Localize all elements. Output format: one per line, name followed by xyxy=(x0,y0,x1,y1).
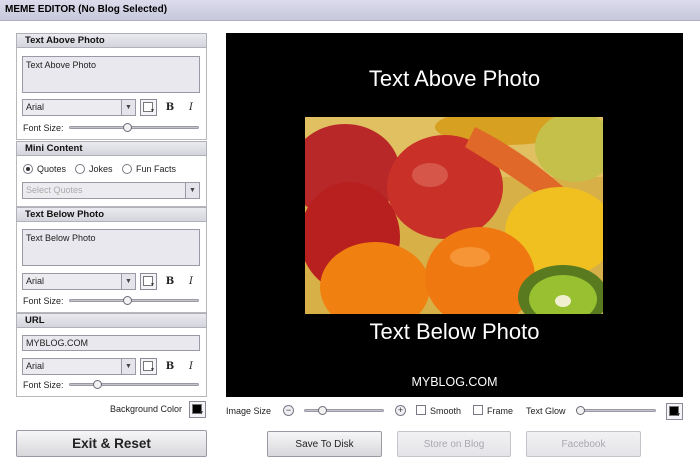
chevron-down-icon: ▼ xyxy=(185,183,199,198)
background-color-button[interactable]: ▼ xyxy=(189,401,206,418)
url-bold-button[interactable]: B xyxy=(162,359,178,375)
text-below-input[interactable]: Text Below Photo xyxy=(22,229,200,266)
text-below-font-size-slider[interactable] xyxy=(69,299,199,302)
image-size-slider[interactable] xyxy=(304,409,384,412)
url-color-button[interactable]: ▼ xyxy=(140,358,157,375)
fruit-photo-image xyxy=(305,117,603,314)
store-on-blog-button[interactable]: Store on Blog xyxy=(397,431,511,457)
radio-fun-facts[interactable] xyxy=(122,164,132,174)
url-font-select[interactable]: Arial ▼ xyxy=(22,358,136,375)
url-input[interactable]: MYBLOG.COM xyxy=(22,335,200,351)
smooth-checkbox[interactable] xyxy=(416,405,426,415)
radio-quotes[interactable] xyxy=(23,164,33,174)
dropdown-triangle-icon: ▼ xyxy=(199,410,204,416)
url-header: URL xyxy=(16,313,207,328)
text-above-font-size-label: Font Size: xyxy=(23,123,64,133)
text-above-font-size-slider[interactable] xyxy=(69,126,199,129)
chevron-down-icon: ▼ xyxy=(121,100,135,115)
text-above-input[interactable]: Text Above Photo xyxy=(22,56,200,93)
window-title: MEME EDITOR (No Blog Selected) xyxy=(5,4,168,15)
text-glow-knob[interactable] xyxy=(576,406,585,415)
url-font-size-label: Font Size: xyxy=(23,380,64,390)
preview-text-below: Text Below Photo xyxy=(369,319,540,344)
text-below-bold-button[interactable]: B xyxy=(162,274,178,290)
frame-checkbox[interactable] xyxy=(473,405,483,415)
chevron-down-icon: ▼ xyxy=(121,274,135,289)
dropdown-triangle-icon: ▼ xyxy=(150,108,155,114)
image-size-label: Image Size xyxy=(226,406,272,416)
chevron-down-icon: ▼ xyxy=(121,359,135,374)
text-above-font-select[interactable]: Arial ▼ xyxy=(22,99,136,116)
mini-content-header: Mini Content xyxy=(16,141,207,156)
background-color-label: Background Color xyxy=(110,404,183,414)
dropdown-triangle-icon: ▼ xyxy=(676,412,681,418)
text-above-bold-button[interactable]: B xyxy=(162,100,178,116)
radio-jokes[interactable] xyxy=(75,164,85,174)
text-below-italic-button[interactable]: I xyxy=(183,274,199,290)
preview-url: MYBLOG.COM xyxy=(411,375,498,389)
plus-circle-icon[interactable]: + xyxy=(395,405,406,416)
minus-circle-icon[interactable]: − xyxy=(283,405,294,416)
text-below-font-select[interactable]: Arial ▼ xyxy=(22,273,136,290)
text-glow-label: Text Glow xyxy=(526,406,566,416)
text-below-color-button[interactable]: ▼ xyxy=(140,273,157,290)
text-glow-slider[interactable] xyxy=(576,409,656,412)
glow-color-button[interactable]: ▼ xyxy=(666,403,683,420)
radio-fun-facts-label: Fun Facts xyxy=(136,164,177,174)
text-above-italic-button[interactable]: I xyxy=(183,100,199,116)
preview-text-above: Text Above Photo xyxy=(368,66,541,91)
mini-content-select[interactable]: Select Quotes ▼ xyxy=(22,182,200,199)
text-above-color-button[interactable]: ▼ xyxy=(140,99,157,116)
smooth-label: Smooth xyxy=(430,406,462,416)
url-italic-button[interactable]: I xyxy=(183,359,199,375)
dropdown-triangle-icon: ▼ xyxy=(150,282,155,288)
text-below-header: Text Below Photo xyxy=(16,207,207,222)
exit-reset-button[interactable]: Exit & Reset xyxy=(16,430,207,457)
title-bar: MEME EDITOR (No Blog Selected) xyxy=(0,0,700,21)
facebook-button[interactable]: Facebook xyxy=(526,431,641,457)
save-to-disk-button[interactable]: Save To Disk xyxy=(267,431,382,457)
url-font-size-slider[interactable] xyxy=(69,383,199,386)
fruit-photo[interactable] xyxy=(305,117,603,314)
meme-preview-canvas: Text Above Photo Text Below Photo MYBLOG… xyxy=(226,33,683,397)
text-below-font-size-label: Font Size: xyxy=(23,296,64,306)
frame-label: Frame xyxy=(487,406,514,416)
image-size-knob[interactable] xyxy=(318,406,328,415)
radio-quotes-label: Quotes xyxy=(37,164,67,174)
text-above-header: Text Above Photo xyxy=(16,33,207,48)
dropdown-triangle-icon: ▼ xyxy=(150,367,155,373)
radio-jokes-label: Jokes xyxy=(89,164,113,174)
